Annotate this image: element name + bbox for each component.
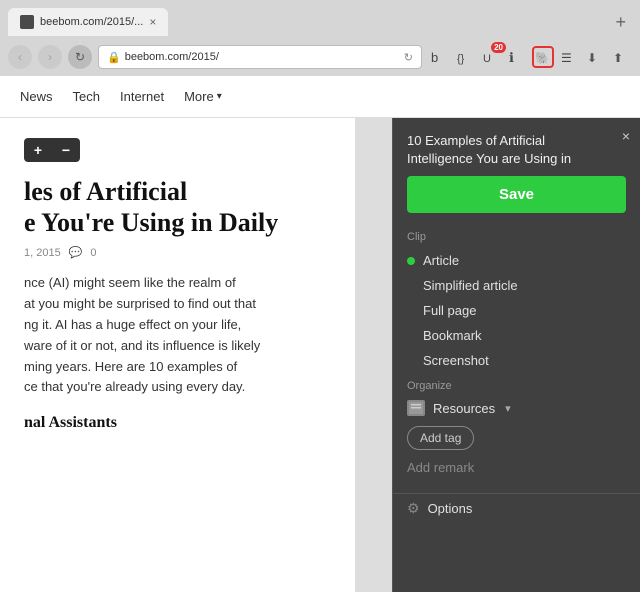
popup-divider: [393, 493, 640, 494]
reload-button[interactable]: ↻: [68, 45, 92, 69]
site-navbar: News Tech Internet More ▾: [0, 76, 640, 118]
comment-icon: 💬: [69, 246, 83, 259]
clip-option-simplified-label: Simplified article: [423, 278, 518, 293]
options-row[interactable]: ⚙ Options: [393, 500, 640, 517]
article-subheading: nal Assistants: [24, 410, 331, 436]
toolbar-icon-brackets[interactable]: {}: [454, 46, 476, 68]
toolbar-icon-b[interactable]: b: [428, 46, 450, 68]
organize-section-label: Organize: [407, 380, 626, 392]
nav-link-more[interactable]: More ▾: [184, 89, 222, 104]
article-paragraph: nce (AI) might seem like the realm ofat …: [24, 273, 331, 398]
article-heading: les of Artificiale You're Using in Daily: [24, 176, 331, 238]
notebook-icon: [407, 400, 425, 416]
svg-text:🐘: 🐘: [535, 51, 550, 65]
svg-text:⬆: ⬆: [613, 51, 623, 65]
clip-option-article[interactable]: Article: [407, 249, 626, 272]
gray-side-area: [355, 118, 392, 592]
browser-tab[interactable]: beebom.com/2015/... ×: [8, 8, 168, 36]
address-bar[interactable]: 🔒 beebom.com/2015/ ↻: [98, 45, 422, 69]
zoom-out-button[interactable]: −: [52, 138, 80, 162]
toolbar-icon-share[interactable]: ⬆: [610, 46, 632, 68]
clip-option-fullpage-label: Full page: [423, 303, 476, 318]
clip-section-label: Clip: [393, 227, 640, 249]
new-tab-button[interactable]: +: [609, 12, 632, 33]
clip-unselected-dot-4: [407, 357, 415, 365]
clip-options-list: Article Simplified article Full page Boo…: [393, 249, 640, 372]
article-body: nce (AI) might seem like the realm ofat …: [24, 273, 331, 435]
gear-icon: ⚙: [407, 500, 420, 517]
popup-title: 10 Examples of Artificial Intelligence Y…: [407, 132, 626, 168]
evernote-popup: × 10 Examples of Artificial Intelligence…: [392, 118, 640, 592]
zoom-controls: + −: [24, 138, 80, 162]
svg-text:{}: {}: [457, 53, 465, 65]
add-tag-button[interactable]: Add tag: [407, 426, 474, 450]
nav-link-internet[interactable]: Internet: [120, 89, 164, 104]
clip-unselected-dot-2: [407, 307, 415, 315]
clip-selected-dot: [407, 257, 415, 265]
notebook-expand-icon: ▾: [505, 402, 511, 415]
clip-option-simplified[interactable]: Simplified article: [407, 274, 626, 297]
chevron-down-icon: ▾: [217, 91, 222, 102]
clip-option-screenshot-label: Screenshot: [423, 353, 489, 368]
article-meta: 1, 2015 💬 0: [24, 246, 331, 259]
clip-unselected-dot: [407, 282, 415, 290]
comment-count: 0: [90, 247, 96, 259]
popup-header: × 10 Examples of Artificial Intelligence…: [393, 118, 640, 176]
svg-text:U: U: [483, 53, 491, 65]
toolbar-icon-menu[interactable]: ☰: [558, 46, 580, 68]
save-button[interactable]: Save: [407, 176, 626, 213]
article-date: 1, 2015: [24, 247, 61, 259]
svg-text:☰: ☰: [561, 51, 572, 65]
article-area: + − les of Artificiale You're Using in D…: [0, 118, 355, 592]
svg-text:ℹ: ℹ: [509, 50, 514, 65]
lock-icon: 🔒: [107, 51, 121, 64]
tab-favicon: [20, 15, 34, 29]
address-text: beebom.com/2015/: [125, 51, 400, 63]
clip-option-article-label: Article: [423, 253, 459, 268]
forward-button[interactable]: ›: [38, 45, 62, 69]
toolbar-icon-evernote[interactable]: 🐘: [532, 46, 554, 68]
zoom-in-button[interactable]: +: [24, 138, 52, 162]
toolbar-icon-ublock[interactable]: U 20: [480, 46, 502, 68]
notebook-name: Resources: [433, 401, 495, 416]
back-button[interactable]: ‹: [8, 45, 32, 69]
svg-text:b: b: [431, 50, 438, 65]
notebook-row[interactable]: Resources ▾: [407, 400, 626, 416]
add-remark-field[interactable]: Add remark: [407, 460, 626, 475]
svg-text:⬇: ⬇: [587, 51, 597, 65]
toolbar-icon-info[interactable]: ℹ: [506, 46, 528, 68]
organize-section: Organize Resources ▾ Add tag Add remark: [393, 380, 640, 487]
nav-link-news[interactable]: News: [20, 89, 53, 104]
popup-close-button[interactable]: ×: [622, 128, 630, 144]
clip-option-screenshot[interactable]: Screenshot: [407, 349, 626, 372]
clip-option-bookmark-label: Bookmark: [423, 328, 482, 343]
clip-option-bookmark[interactable]: Bookmark: [407, 324, 626, 347]
options-label: Options: [428, 501, 473, 516]
nav-link-tech[interactable]: Tech: [73, 89, 100, 104]
clip-option-fullpage[interactable]: Full page: [407, 299, 626, 322]
tab-title: beebom.com/2015/...: [40, 16, 143, 28]
reload-address-icon: ↻: [404, 51, 413, 64]
ublock-badge: 20: [491, 42, 506, 53]
toolbar-icon-download[interactable]: ⬇: [584, 46, 606, 68]
page-content: + − les of Artificiale You're Using in D…: [0, 118, 640, 592]
clip-unselected-dot-3: [407, 332, 415, 340]
tab-close-button[interactable]: ×: [149, 15, 156, 29]
